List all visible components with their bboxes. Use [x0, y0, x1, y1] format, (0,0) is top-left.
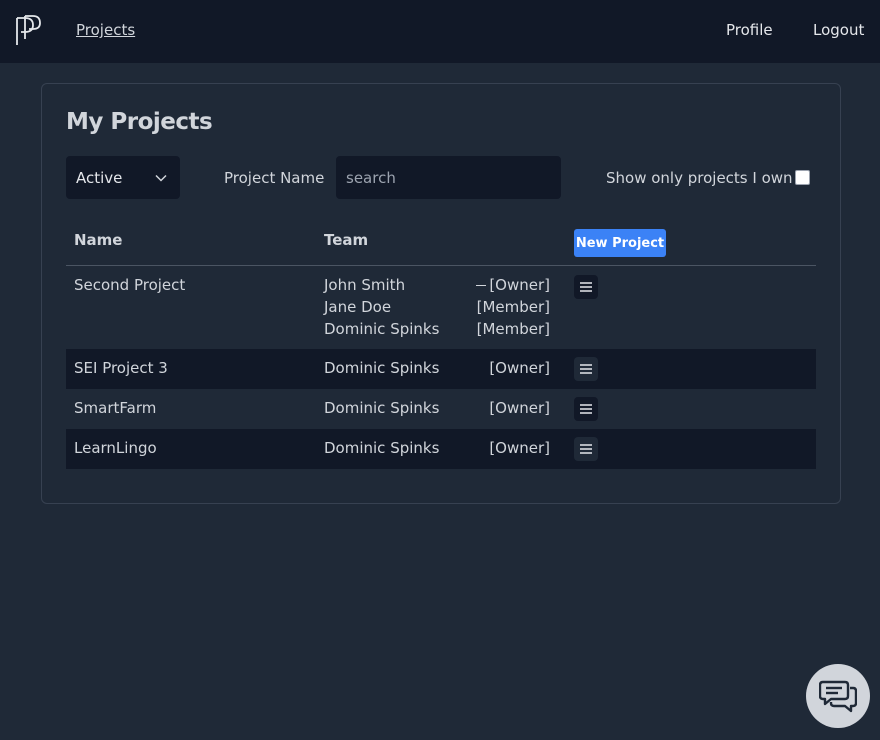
menu-icon: [580, 404, 592, 414]
member-name: Dominic Spinks: [324, 439, 440, 457]
table-row: SmartFarm Dominic Spinks [Owner]: [66, 389, 816, 429]
own-projects-checkbox[interactable]: [795, 170, 810, 185]
member-name: Dominic Spinks: [324, 359, 440, 377]
member-role: [Member]: [476, 298, 550, 316]
row-menu-button[interactable]: [574, 437, 598, 461]
project-name-label: Project Name: [224, 169, 325, 187]
menu-icon: [580, 444, 592, 454]
table-row: SEI Project 3 Dominic Spinks [Owner]: [66, 349, 816, 389]
table-row: Second Project John Smith [Owner] Jane D…: [66, 266, 816, 349]
column-header-team: Team: [324, 231, 369, 249]
project-name[interactable]: SmartFarm: [74, 399, 156, 417]
projects-card: My Projects Active Project Name Show onl…: [41, 83, 841, 504]
row-menu-button[interactable]: [574, 357, 598, 381]
chevron-down-icon: [155, 174, 167, 182]
table-row: LearnLingo Dominic Spinks [Owner]: [66, 429, 816, 469]
own-projects-label: Show only projects I own: [606, 169, 793, 187]
member-name: Dominic Spinks: [324, 399, 440, 417]
nav-link-logout[interactable]: Logout: [813, 21, 864, 39]
chat-support-icon: [819, 680, 857, 713]
team-member: John Smith [Owner]: [324, 276, 550, 298]
remove-member-icon[interactable]: [476, 285, 486, 286]
chat-support-button[interactable]: [806, 664, 870, 728]
member-role: [Member]: [476, 320, 550, 338]
project-search-input[interactable]: [336, 156, 561, 199]
member-role: [Owner]: [489, 399, 550, 417]
member-name: Jane Doe: [324, 298, 392, 316]
member-role: [Owner]: [489, 359, 550, 377]
top-navbar: Projects Profile Logout: [0, 0, 880, 63]
member-role: [Owner]: [489, 276, 550, 294]
new-project-button[interactable]: New Project: [574, 229, 666, 257]
project-name[interactable]: LearnLingo: [74, 439, 157, 457]
status-filter-select[interactable]: Active: [66, 156, 180, 199]
nav-link-profile[interactable]: Profile: [726, 21, 773, 39]
nav-link-projects[interactable]: Projects: [76, 21, 135, 39]
team-member: Jane Doe [Member]: [324, 298, 550, 320]
status-filter-value: Active: [76, 168, 123, 187]
team-member: Dominic Spinks [Member]: [324, 320, 550, 342]
member-name: John Smith: [324, 276, 406, 294]
team-member: Dominic Spinks [Owner]: [324, 439, 550, 461]
app-logo-icon[interactable]: [15, 15, 41, 47]
team-member: Dominic Spinks [Owner]: [324, 399, 550, 421]
row-menu-button[interactable]: [574, 275, 598, 299]
project-name[interactable]: SEI Project 3: [74, 359, 168, 377]
page-title: My Projects: [66, 109, 213, 135]
member-name: Dominic Spinks: [324, 320, 440, 338]
project-name[interactable]: Second Project: [74, 276, 185, 294]
member-role: [Owner]: [489, 439, 550, 457]
team-member: Dominic Spinks [Owner]: [324, 359, 550, 381]
row-menu-button[interactable]: [574, 397, 598, 421]
column-header-name: Name: [74, 231, 123, 249]
menu-icon: [580, 282, 592, 292]
menu-icon: [580, 364, 592, 374]
